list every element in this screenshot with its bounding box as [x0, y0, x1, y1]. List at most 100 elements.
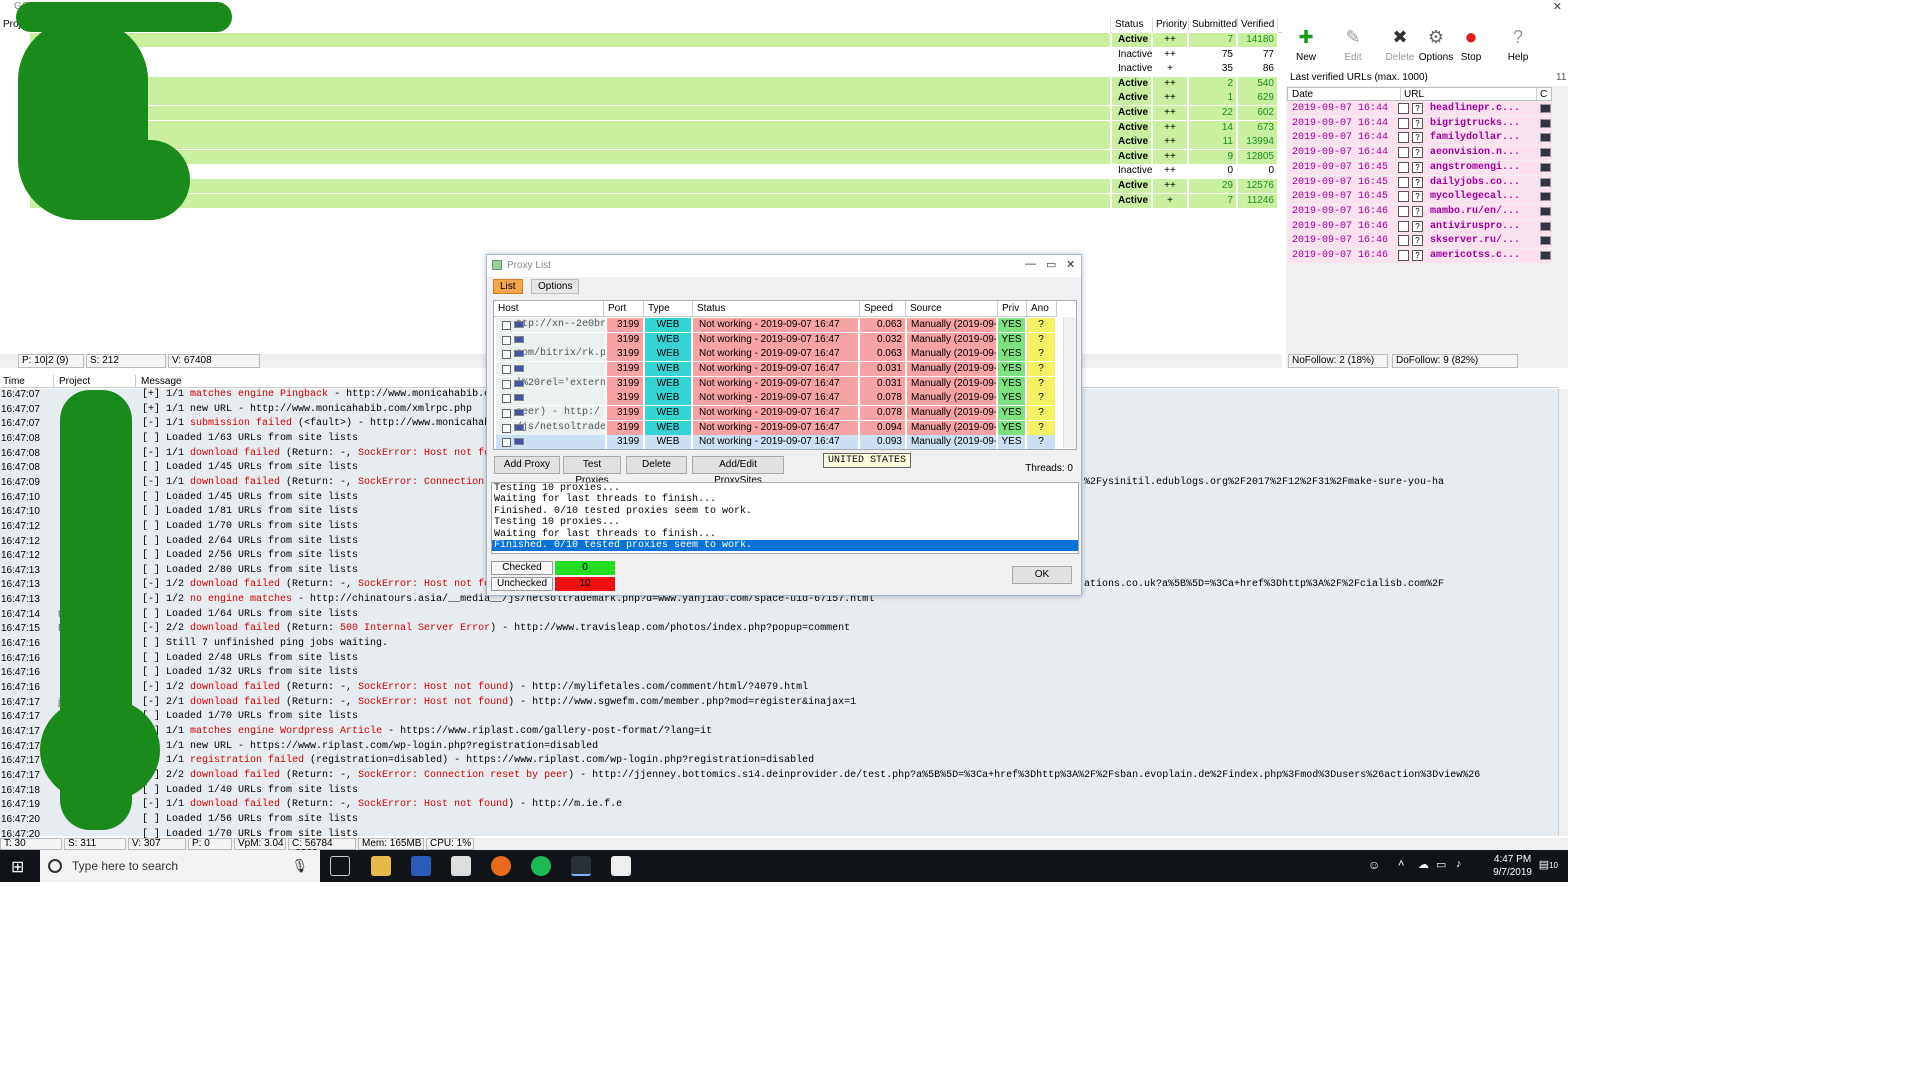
proxy-checkbox[interactable]	[502, 394, 511, 404]
page-icon[interactable]	[1398, 103, 1409, 114]
col-c[interactable]: C	[1536, 88, 1547, 101]
page-icon[interactable]	[1398, 161, 1409, 173]
app-taskbar-icon[interactable]	[611, 856, 631, 876]
log-row[interactable]: 16:47:13 [-] 1/2 no engine matches - http…	[0, 594, 1556, 609]
windows-start-icon[interactable]: ⊞	[11, 857, 24, 877]
page-icon[interactable]	[1398, 205, 1409, 217]
verified-row[interactable]: 2019-09-07 16:44? headlinepr.c...	[1288, 102, 1552, 116]
verified-url[interactable]: americotss.c...	[1430, 250, 1520, 261]
verified-row[interactable]: 2019-09-07 16:45? mycollegecal...	[1288, 190, 1552, 205]
help-icon[interactable]: ?	[1412, 161, 1423, 173]
page-icon[interactable]	[1398, 147, 1409, 159]
col-speed[interactable]: Speed	[860, 301, 906, 317]
network-icon[interactable]: ▭	[1436, 858, 1446, 871]
proxy-row[interactable]: 3199 WEB Not working - 2019-09-07 16:47 0.0…	[494, 332, 1062, 348]
verified-row[interactable]: 2019-09-07 16:46? antiviruspro...	[1288, 219, 1552, 234]
close-icon[interactable]: ✕	[1066, 258, 1075, 271]
add-edit-proxysites-button[interactable]: Add/Edit ProxySites	[692, 456, 784, 486]
verified-url[interactable]: bigrigtrucks...	[1430, 118, 1520, 129]
proxy-checkbox[interactable]	[502, 350, 511, 360]
project-row[interactable]: Inactive ++ 0 0	[0, 164, 1282, 179]
verified-url[interactable]: aeonvision.n...	[1430, 147, 1520, 158]
task-view-icon[interactable]	[330, 856, 350, 876]
proxy-checkbox[interactable]	[502, 335, 511, 345]
verified-url[interactable]: mycollegecal...	[1430, 191, 1520, 202]
verified-row[interactable]: 2019-09-07 16:44? bigrigtrucks...	[1288, 116, 1552, 131]
col-url[interactable]: URL	[1400, 88, 1424, 101]
project-row[interactable]: Active +7 11246	[0, 193, 1282, 208]
gsa-taskbar-icon[interactable]	[571, 856, 591, 876]
col-port[interactable]: Port	[604, 301, 644, 317]
log-row[interactable]: 16:47:18 [ ] Loaded 1/40 URLs from site l…	[0, 785, 1556, 800]
verified-url[interactable]: dailyjobs.co...	[1430, 177, 1520, 188]
project-row[interactable]: Active ++ 22 602	[0, 106, 1282, 120]
ok-button[interactable]: OK	[1012, 566, 1072, 584]
log-row[interactable]: 16:47:16 [ ] Loaded 2/48 URLs from site l…	[0, 653, 1556, 668]
page-icon[interactable]	[1398, 132, 1409, 144]
proxy-row[interactable]: 3199 WEB Not working - 2019-09-07 16:47 0.0…	[494, 361, 1062, 377]
log-row[interactable]: 16:47:16 [ ] Loaded 1/32 URLs from site l…	[0, 667, 1556, 682]
log-row[interactable]: 16:47:16 [-] 1/2 download failed (Return:…	[0, 682, 1556, 697]
log-scrollbar[interactable]	[1558, 389, 1568, 836]
proxy-scrollbar[interactable]	[1063, 317, 1076, 448]
proxy-checkbox[interactable]	[502, 379, 511, 389]
test-proxies-button[interactable]: Test Proxies	[563, 456, 621, 486]
log-row[interactable]: 16:47:17 [-] 2/2 download failed (Return:…	[0, 770, 1556, 785]
add-proxy-button[interactable]: Add Proxy	[494, 456, 560, 474]
help-icon[interactable]: ?	[1412, 205, 1423, 217]
project-row[interactable]: Inactive ++ 75 77	[0, 47, 1282, 62]
project-row[interactable]: Active ++ 11 13994	[0, 135, 1282, 150]
col-time[interactable]: Time	[0, 375, 54, 388]
page-icon[interactable]	[1398, 191, 1409, 203]
spotify-icon[interactable]	[531, 856, 551, 876]
proxy-row[interactable]: /js/netsoltrade 3199 WEB Not working - 2019…	[494, 420, 1062, 436]
page-icon[interactable]	[1398, 117, 1409, 129]
verified-row[interactable]: 2019-09-07 16:44? familydollar...	[1288, 131, 1552, 146]
col-type[interactable]: Type	[644, 301, 693, 317]
mail-icon[interactable]	[451, 856, 471, 876]
project-row[interactable]: Active ++ 1 629	[0, 91, 1282, 106]
edit-button[interactable]: ✎ Edit	[1333, 22, 1373, 70]
proxy-row[interactable]: '%20rel='externa 3199 WEB Not working - 201…	[494, 376, 1062, 392]
options-button[interactable]: ⚙ Options	[1416, 22, 1456, 70]
log-row[interactable]: 16:47:17 [+] 1/1 matches engine Wordpress…	[0, 726, 1556, 741]
verified-url[interactable]: familydollar...	[1430, 132, 1520, 143]
page-icon[interactable]	[1398, 176, 1409, 188]
proxy-checkbox[interactable]	[502, 408, 511, 418]
verified-row[interactable]: 2019-09-07 16:44? aeonvision.n...	[1288, 146, 1552, 161]
col-verified[interactable]: Verified	[1238, 17, 1278, 33]
taskbar-search-input[interactable]: Type here to search 🎙	[40, 850, 320, 882]
help-icon[interactable]: ?	[1412, 220, 1423, 232]
close-icon[interactable]: ✕	[1553, 0, 1562, 13]
delete-proxy-button[interactable]: Delete	[626, 456, 687, 474]
volume-icon[interactable]: ♪	[1456, 858, 1462, 870]
verified-url[interactable]: headlinepr.c...	[1430, 103, 1520, 114]
log-row[interactable]: 16:47:17 [-] 1/1 registration failed (reg…	[0, 755, 1556, 770]
page-icon[interactable]	[1398, 220, 1409, 232]
dialog-title-bar[interactable]: Proxy List — ▭ ✕	[487, 255, 1081, 277]
col-ano[interactable]: Ano	[1027, 301, 1057, 317]
taskbar-clock[interactable]: 4:47 PM 9/7/2019	[1493, 853, 1532, 879]
project-row[interactable]: Inactive +35 86	[0, 62, 1282, 77]
verified-row[interactable]: 2019-09-07 16:45? dailyjobs.co...	[1288, 175, 1552, 190]
help-button[interactable]: ? Help	[1498, 22, 1538, 70]
log-row[interactable]: 16:47:17 [+] 1/1 new URL - https://www.ri…	[0, 741, 1556, 756]
cloud-icon[interactable]: ☁	[1418, 858, 1429, 871]
log-row[interactable]: 16:47:17jr[-] 2/1 download failed (Retur…	[0, 697, 1556, 712]
proxy-row[interactable]: peer) - http:/ 3199 WEB Not working - 2019-…	[494, 405, 1062, 421]
proxy-checkbox[interactable]	[502, 423, 511, 433]
help-icon[interactable]: ?	[1412, 176, 1423, 188]
maximize-icon[interactable]: ▭	[1046, 258, 1056, 271]
col-submitted[interactable]: Submitted	[1189, 17, 1238, 33]
col-status[interactable]: Status	[1112, 17, 1153, 33]
col-status[interactable]: Status	[693, 301, 860, 317]
proxy-checkbox[interactable]	[502, 438, 511, 448]
col-log-project[interactable]: Project	[56, 375, 136, 388]
page-icon[interactable]	[1398, 250, 1409, 261]
verified-row[interactable]: 2019-09-07 16:45? angstromengi...	[1288, 160, 1552, 175]
new-button[interactable]: ✚ New	[1286, 22, 1326, 70]
delete-button[interactable]: ✖ Delete	[1380, 22, 1420, 70]
verified-url[interactable]: mambo.ru/en/...	[1430, 206, 1520, 217]
firefox-icon[interactable]	[491, 856, 511, 876]
project-row[interactable]: Active ++ 9 12805	[0, 149, 1282, 164]
